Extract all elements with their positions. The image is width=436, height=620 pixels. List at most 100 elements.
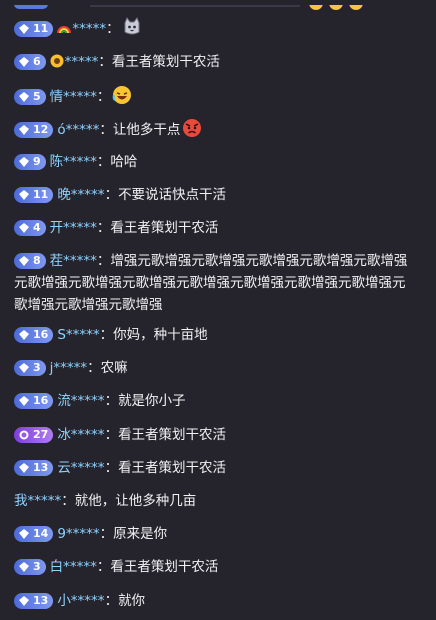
chat-message: 16 S*****：你妈，种十亩地 (14, 324, 416, 346)
separator: ： (61, 493, 75, 509)
diamond-icon (19, 92, 29, 102)
diamond-icon (19, 157, 29, 167)
username[interactable]: 9***** (57, 526, 99, 542)
diamond-icon (19, 596, 29, 606)
separator: ： (104, 427, 119, 443)
diamond-icon (19, 256, 29, 266)
message-text: 看王者策划干农活 (111, 54, 220, 70)
chat-message: 8 茬*****：增强元歌增强元歌增强元歌增强元歌增强元歌增强元歌增强元歌增强元歌… (14, 250, 416, 316)
chat-message: 4 开*****：看王者策划干农活 (14, 217, 416, 239)
message-text: 让他多干点 (112, 122, 181, 138)
separator: ： (98, 54, 112, 70)
chat-message: 11 晚*****：不要说话快点干活 (14, 184, 416, 206)
partial-message-fragment (14, 0, 363, 10)
username[interactable]: j***** (50, 360, 88, 376)
message-text: 看王者策划干农活 (118, 427, 227, 443)
username[interactable]: 云***** (57, 460, 104, 476)
chat-message: 12 ó*****：让他多干点 (14, 118, 416, 141)
chat-message-partial (0, 0, 436, 10)
message-text: 不要说话快点干活 (118, 187, 227, 203)
username[interactable]: 茬***** (50, 253, 97, 269)
diamond-icon (19, 24, 29, 34)
message-text: 原来是你 (113, 526, 168, 542)
message-text: 就是你小子 (118, 393, 186, 409)
message-text: 就你 (118, 593, 146, 609)
user-level-badge: 14 (14, 526, 54, 542)
user-level-badge: 4 (14, 220, 46, 236)
chat-message: 5 情*****： (14, 85, 416, 108)
separator: ： (104, 460, 119, 476)
user-level-badge: 16 (14, 327, 54, 343)
username[interactable]: 我***** (14, 493, 61, 509)
user-level-badge: 16 (14, 393, 54, 409)
user-level-badge: 27 (14, 427, 54, 443)
username[interactable]: 陈***** (50, 154, 97, 170)
separator: ： (96, 220, 111, 236)
separator: ： (104, 593, 119, 609)
username[interactable]: 白***** (50, 559, 97, 575)
message-text: 看王者策划干农活 (118, 460, 227, 476)
username[interactable]: S***** (57, 327, 99, 343)
chat-message: 27 冰*****：看王者策划干农活 (14, 424, 416, 446)
username[interactable]: ***** (72, 21, 106, 37)
separator: ： (104, 393, 119, 409)
user-level-badge: 12 (14, 122, 54, 138)
diamond-icon (19, 330, 29, 340)
chat-message: 6 *****：看王者策划干农活 (14, 51, 416, 73)
user-level-badge: 5 (14, 89, 46, 105)
user-level-badge: 11 (14, 187, 54, 203)
user-level-badge: 6 (14, 54, 46, 70)
separator: ： (96, 89, 111, 105)
chat-message: 16 流*****：就是你小子 (14, 390, 416, 412)
user-level-badge: 8 (14, 253, 46, 269)
message-text: 哈哈 (110, 154, 138, 170)
diamond-icon (19, 529, 29, 539)
separator: ： (96, 253, 111, 269)
danmaku-chat-list[interactable]: 11 *****： 6 *****：看王者策划干农活 5 情*****： 12 ó***… (0, 0, 436, 620)
sunflower-icon (50, 54, 64, 68)
separator: ： (104, 187, 119, 203)
chat-message: 我*****：就他，让他多种几亩 (14, 490, 416, 512)
diamond-icon (19, 562, 29, 572)
diamond-icon (19, 363, 29, 373)
user-level-badge: 3 (14, 360, 46, 376)
username[interactable]: 冰***** (57, 427, 104, 443)
chat-message: 14 9*****：原来是你 (14, 523, 416, 545)
separator: ： (99, 327, 114, 343)
message-text: 你妈，种十亩地 (113, 327, 208, 343)
rainbow-icon (57, 26, 72, 34)
user-level-badge: 11 (14, 21, 54, 37)
chat-message: 3 j*****：农嘛 (14, 357, 416, 379)
chat-message: 11 *****： (14, 17, 416, 40)
username[interactable]: 开***** (50, 220, 97, 236)
chat-message: 9 陈*****：哈哈 (14, 151, 416, 173)
separator: ： (99, 526, 114, 542)
message-text: 看王者策划干农活 (110, 559, 219, 575)
username[interactable]: 流***** (57, 393, 104, 409)
separator: ： (99, 122, 113, 138)
username[interactable]: ó***** (57, 122, 99, 138)
angry-face-icon (183, 119, 202, 137)
separator: ： (106, 21, 120, 37)
diamond-icon (19, 463, 29, 473)
user-level-badge: 13 (14, 593, 54, 609)
chat-message: 13 小*****：就你 (14, 590, 416, 612)
username[interactable]: 小***** (57, 593, 104, 609)
diamond-icon (19, 396, 29, 406)
separator: ： (87, 360, 101, 376)
cat-face-icon (124, 17, 140, 35)
separator: ： (96, 559, 111, 575)
rofl-face-icon (113, 86, 132, 104)
separator: ： (96, 154, 111, 170)
username[interactable]: ***** (65, 54, 99, 70)
diamond-icon (19, 125, 29, 135)
diamond-icon (19, 190, 29, 200)
message-text: 农嘛 (100, 360, 128, 376)
username[interactable]: 情***** (50, 89, 97, 105)
diamond-icon (19, 57, 29, 67)
message-text: 看王者策划干农活 (110, 220, 219, 236)
chat-message: 3 白*****：看王者策划干农活 (14, 556, 416, 578)
message-text: 就他，让他多种几亩 (74, 493, 197, 509)
diamond-icon (19, 223, 29, 233)
username[interactable]: 晚***** (57, 187, 104, 203)
